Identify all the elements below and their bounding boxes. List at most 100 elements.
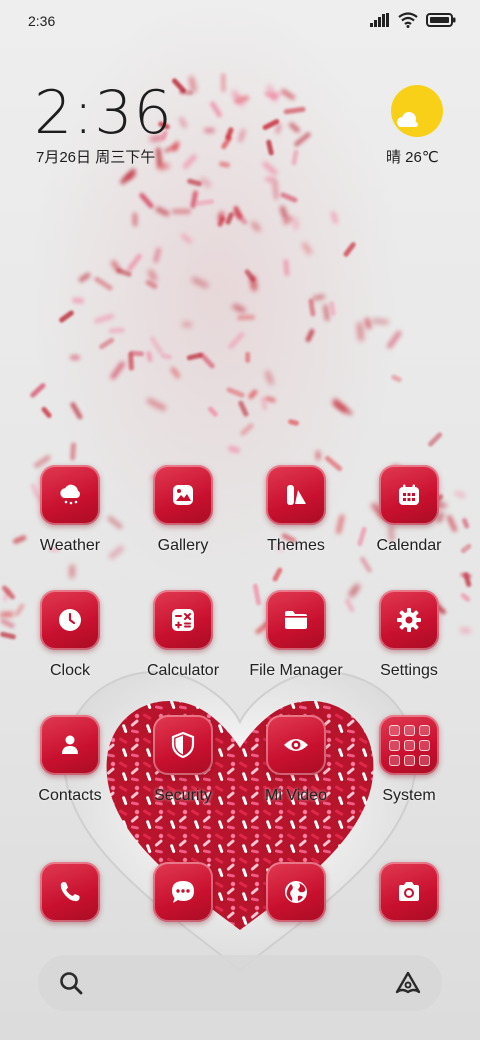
home-clock-widget[interactable]: 2:36 xyxy=(34,78,173,148)
sprinkle xyxy=(280,88,297,102)
signal-icon xyxy=(370,13,389,27)
app-label: Calculator xyxy=(146,662,220,679)
sprinkle xyxy=(204,128,216,134)
sprinkle xyxy=(182,152,198,170)
sprinkle xyxy=(261,161,279,177)
sprinkle xyxy=(156,162,170,170)
partly-sunny-icon[interactable] xyxy=(390,84,444,138)
app-calendar[interactable]: Calendar xyxy=(353,465,465,565)
weather-summary[interactable]: 晴 26℃ xyxy=(386,146,439,167)
sprinkle xyxy=(357,321,365,341)
sprinkle xyxy=(138,191,155,210)
sprinkle xyxy=(224,126,235,141)
sprinkle xyxy=(71,297,84,304)
sprinkle xyxy=(69,442,76,461)
date-label[interactable]: 7月26日 周三下午 xyxy=(36,146,155,167)
sprinkle xyxy=(386,329,403,350)
dock-camera[interactable] xyxy=(353,862,465,926)
sprinkle xyxy=(308,298,317,317)
status-time: 2:36 xyxy=(28,13,56,29)
app-label: Gallery xyxy=(157,537,209,554)
search-icon[interactable] xyxy=(58,970,84,996)
app-label: Weather xyxy=(39,537,101,554)
sprinkle xyxy=(288,120,302,134)
assistant-icon[interactable] xyxy=(394,970,422,996)
app-settings[interactable]: Settings xyxy=(353,590,465,690)
sprinkle xyxy=(459,571,473,579)
sprinkle xyxy=(97,336,115,350)
sprinkle xyxy=(58,309,76,324)
sprinkle xyxy=(179,232,193,245)
sprinkle xyxy=(181,321,193,328)
app-file-manager[interactable]: File Manager xyxy=(240,590,352,690)
sprinkle xyxy=(304,327,316,343)
sprinkle xyxy=(246,388,259,400)
dock-phone[interactable] xyxy=(14,862,126,926)
sprinkle xyxy=(220,73,227,92)
browser-globe-icon xyxy=(266,862,326,922)
sprinkle xyxy=(186,352,204,361)
sprinkle xyxy=(69,401,84,420)
sprinkle xyxy=(92,276,113,292)
app-contacts[interactable]: Contacts xyxy=(14,715,126,815)
app-label: Themes xyxy=(267,537,325,554)
search-bar[interactable] xyxy=(38,955,442,1011)
app-security[interactable]: Security xyxy=(127,715,239,815)
eye-icon xyxy=(266,715,326,775)
sprinkle xyxy=(209,100,224,119)
sprinkle xyxy=(264,176,275,183)
sprinkle xyxy=(330,210,340,225)
app-weather[interactable]: Weather xyxy=(14,465,126,565)
gallery-icon xyxy=(153,465,213,525)
app-label: Clock xyxy=(49,662,90,679)
sprinkle xyxy=(93,313,115,324)
sprinkle xyxy=(224,211,235,226)
sprinkle xyxy=(265,139,275,156)
app-clock[interactable]: Clock xyxy=(14,590,126,690)
folder-grid-icon xyxy=(379,715,439,775)
app-themes[interactable]: Themes xyxy=(240,465,352,565)
sprinkle xyxy=(328,300,336,317)
sprinkle xyxy=(227,330,246,350)
sprinkle xyxy=(231,303,248,314)
sprinkle xyxy=(152,246,162,264)
sprinkle xyxy=(40,405,53,419)
sprinkle xyxy=(292,216,300,231)
weather-icon xyxy=(40,465,100,525)
app-mi-video[interactable]: Mi Video xyxy=(240,715,352,815)
sprinkle xyxy=(236,314,255,321)
app-label: Contacts xyxy=(38,787,102,804)
battery-icon xyxy=(426,13,456,27)
sprinkle xyxy=(171,208,192,214)
sprinkle xyxy=(272,566,284,583)
sprinkle xyxy=(279,191,299,204)
sprinkle xyxy=(237,128,247,143)
sprinkle xyxy=(146,350,154,362)
dock-browser[interactable] xyxy=(240,862,352,926)
clock-icon xyxy=(40,590,100,650)
sprinkle xyxy=(190,189,199,209)
sprinkle xyxy=(427,431,444,448)
sprinkle xyxy=(146,397,168,412)
sprinkle xyxy=(169,366,182,380)
dock-messages[interactable] xyxy=(127,862,239,926)
app-label: Settings xyxy=(380,662,438,679)
contacts-icon xyxy=(40,715,100,775)
sprinkle xyxy=(109,360,126,381)
sprinkle xyxy=(315,450,321,461)
app-calculator[interactable]: Calculator xyxy=(127,590,239,690)
sprinkle xyxy=(371,318,389,325)
app-folder-system[interactable]: System xyxy=(353,715,465,815)
status-icons xyxy=(370,12,456,28)
calendar-icon xyxy=(379,465,439,525)
shield-icon xyxy=(153,715,213,775)
sprinkle xyxy=(227,445,241,454)
sprinkle xyxy=(77,271,92,284)
app-label: File Manager xyxy=(249,662,343,679)
status-bar: 2:36 xyxy=(0,0,480,44)
sprinkle xyxy=(283,106,306,115)
sprinkle xyxy=(290,148,299,166)
app-gallery[interactable]: Gallery xyxy=(127,465,239,565)
sprinkle xyxy=(390,373,403,383)
wifi-icon xyxy=(398,12,418,28)
